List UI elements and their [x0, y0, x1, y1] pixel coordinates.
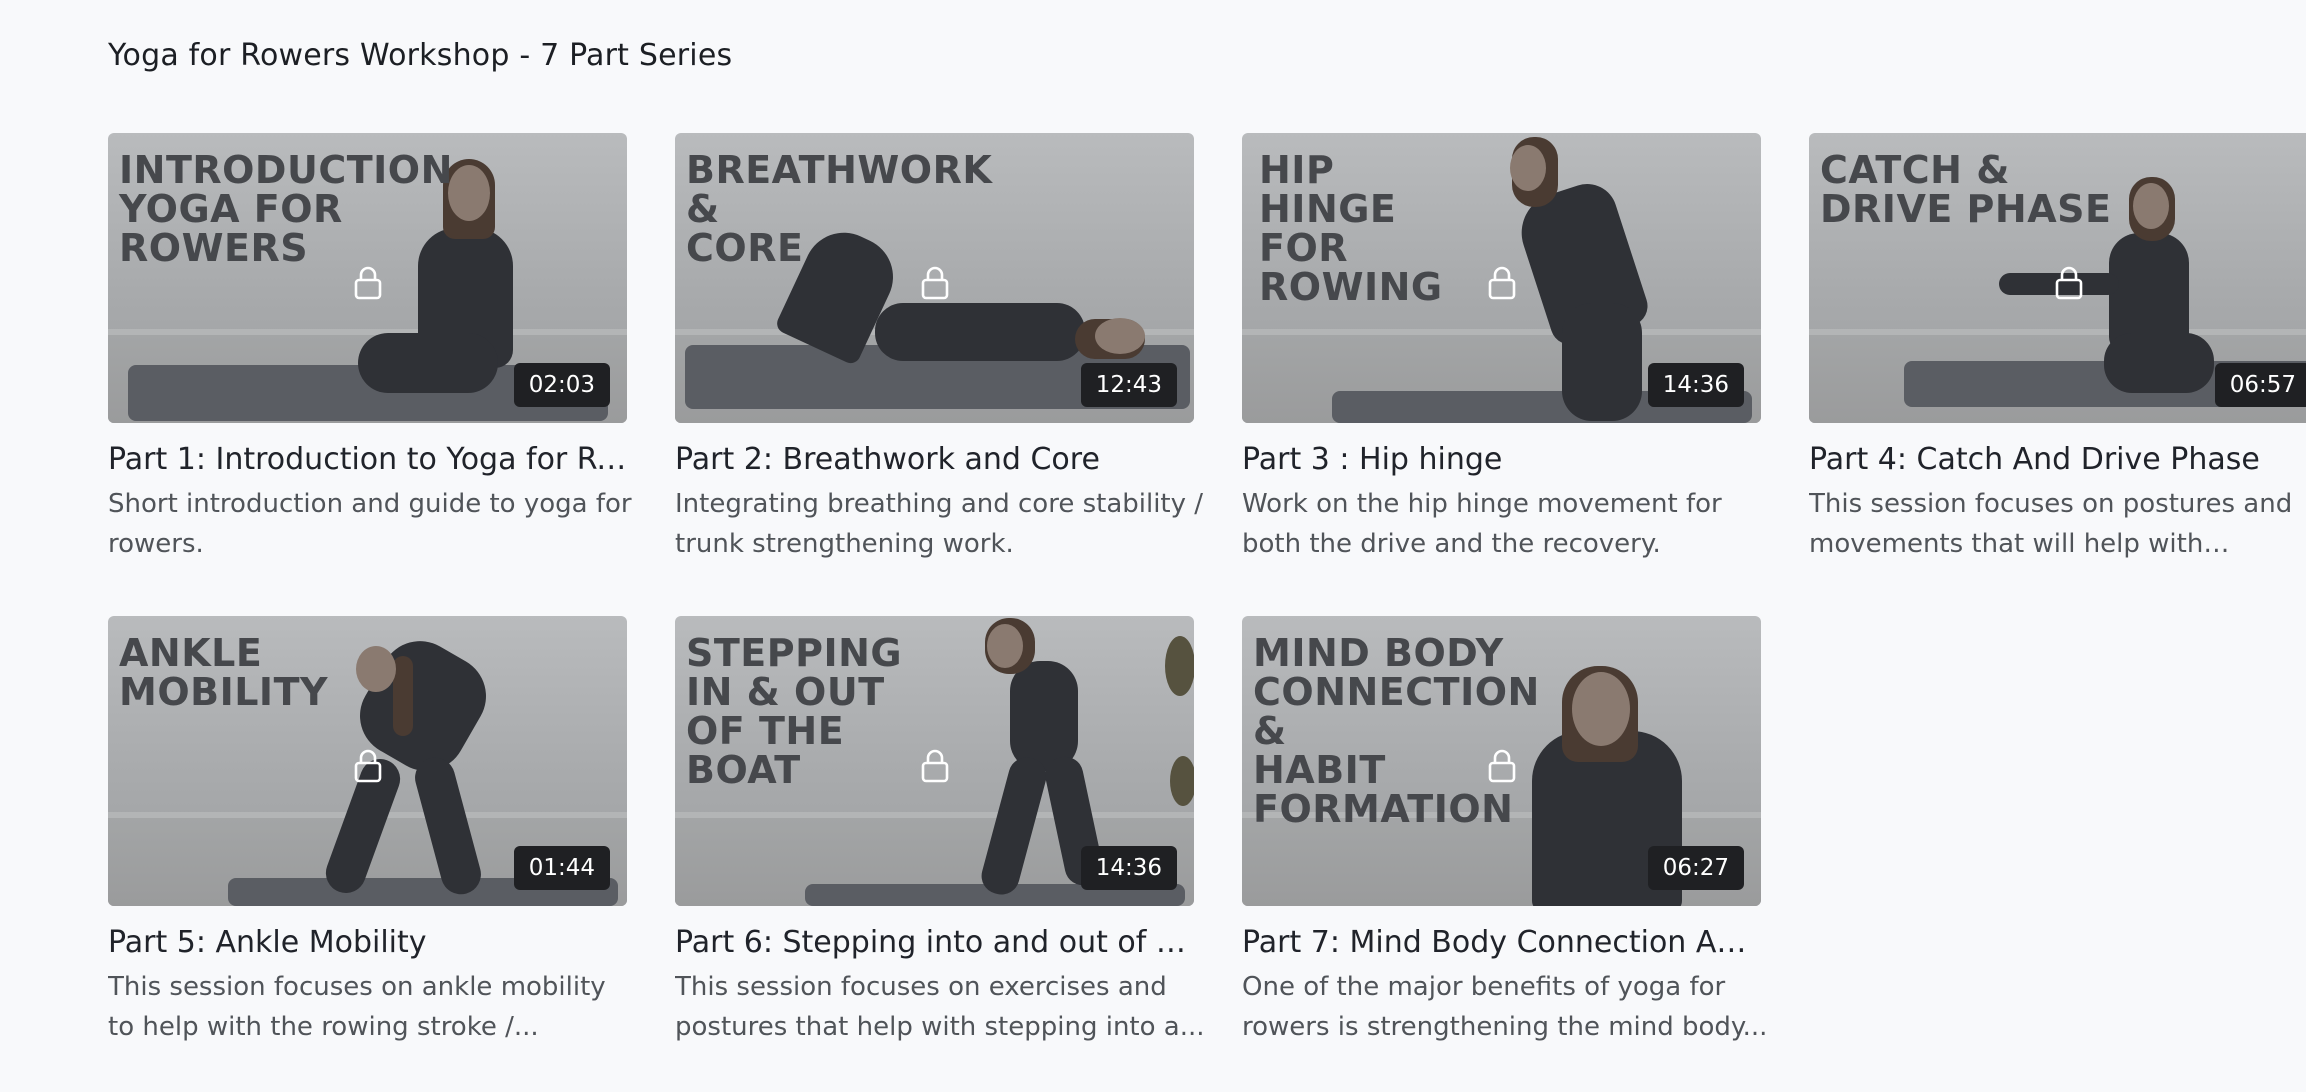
video-thumbnail[interactable]: CATCH & DRIVE PHASE 06:57: [1809, 133, 2306, 423]
plant-decoration-2: [1170, 756, 1194, 806]
series-title: Yoga for Rowers Workshop - 7 Part Series: [108, 38, 733, 73]
video-title[interactable]: Part 4: Catch And Drive Phase: [1809, 440, 2306, 480]
instructor-legs: [2104, 333, 2214, 393]
video-card-part-7[interactable]: MIND BODY CONNECTION & HABIT FORMATION 0…: [1242, 616, 1767, 1047]
duration-badge: 14:36: [1647, 363, 1744, 407]
instructor-figure: [875, 303, 1085, 361]
video-thumbnail[interactable]: BREATHWORK & CORE 12:43: [675, 133, 1194, 423]
video-thumbnail[interactable]: ANKLE MOBILITY 01:44: [108, 616, 627, 906]
video-thumbnail[interactable]: INTRODUCTION YOGA FOR ROWERS 02:03: [108, 133, 627, 423]
lock-icon: [921, 266, 948, 300]
instructor-face: [1510, 145, 1546, 191]
duration-badge: 06:27: [1647, 846, 1744, 890]
instructor-legs: [358, 333, 498, 393]
lock-icon: [354, 266, 381, 300]
video-card-part-4[interactable]: CATCH & DRIVE PHASE 06:57 Part 4: Catch …: [1809, 133, 2306, 564]
duration-badge: 14:36: [1080, 846, 1177, 890]
instructor-legs: [1562, 303, 1642, 421]
instructor-face: [2133, 183, 2169, 229]
instructor-face: [1095, 318, 1145, 354]
duration-badge: 12:43: [1080, 363, 1177, 407]
thumbnail-overlay-title: INTRODUCTION YOGA FOR ROWERS: [119, 148, 453, 270]
duration-badge: 02:03: [513, 363, 610, 407]
lock-icon: [921, 749, 948, 783]
video-thumbnail[interactable]: HIP HINGE FOR ROWING 14:36: [1242, 133, 1761, 423]
video-description: Work on the hip hinge movement for both …: [1242, 489, 1722, 559]
thumbnail-overlay-title: HIP HINGE FOR ROWING: [1259, 148, 1443, 309]
video-title[interactable]: Part 1: Introduction to Yoga for Ro...: [108, 440, 627, 480]
video-description: One of the major benefits of yoga for ro…: [1242, 972, 1768, 1042]
thumbnail-overlay-title: ANKLE MOBILITY: [119, 631, 329, 714]
thumbnail-overlay-title: CATCH & DRIVE PHASE: [1820, 148, 2112, 231]
video-card-part-6[interactable]: STEPPING IN & OUT OF THE BOAT 14:36 Part…: [675, 616, 1205, 1047]
video-thumbnail[interactable]: MIND BODY CONNECTION & HABIT FORMATION 0…: [1242, 616, 1761, 906]
thumbnail-overlay-title: MIND BODY CONNECTION & HABIT FORMATION: [1253, 631, 1540, 831]
video-thumbnail[interactable]: STEPPING IN & OUT OF THE BOAT 14:36: [675, 616, 1194, 906]
video-title[interactable]: Part 5: Ankle Mobility: [108, 923, 627, 963]
video-card-part-3[interactable]: HIP HINGE FOR ROWING 14:36 Part 3 : Hip …: [1242, 133, 1761, 564]
video-title[interactable]: Part 7: Mind Body Connection And...: [1242, 923, 1761, 963]
instructor-face: [448, 165, 490, 221]
instructor-face: [1572, 672, 1630, 746]
lock-icon: [1488, 266, 1515, 300]
video-card-part-1[interactable]: INTRODUCTION YOGA FOR ROWERS 02:03 Part …: [108, 133, 632, 564]
instructor-face: [356, 646, 396, 692]
lock-icon: [1488, 749, 1515, 783]
duration-badge: 06:57: [2214, 363, 2306, 407]
video-description: This session focuses on ankle mobility t…: [108, 972, 606, 1042]
thumbnail-overlay-title: STEPPING IN & OUT OF THE BOAT: [686, 631, 903, 792]
thumbnail-overlay-title: BREATHWORK & CORE: [686, 148, 993, 270]
workshop-page: Yoga for Rowers Workshop - 7 Part Series…: [0, 0, 2306, 1092]
video-description: Integrating breathing and core stability…: [675, 489, 1204, 559]
lock-icon: [354, 749, 381, 783]
instructor-face: [987, 624, 1023, 668]
video-title[interactable]: Part 3 : Hip hinge: [1242, 440, 1761, 480]
video-description: This session focuses on postures and mov…: [1809, 489, 2293, 559]
video-card-part-2[interactable]: BREATHWORK & CORE 12:43 Part 2: Breathwo…: [675, 133, 1203, 564]
video-title[interactable]: Part 6: Stepping into and out of th...: [675, 923, 1194, 963]
video-title[interactable]: Part 2: Breathwork and Core: [675, 440, 1194, 480]
instructor-hair: [393, 656, 413, 736]
video-description: This session focuses on exercises and po…: [675, 972, 1205, 1042]
duration-badge: 01:44: [513, 846, 610, 890]
video-card-part-5[interactable]: ANKLE MOBILITY 01:44 Part 5: Ankle Mobil…: [108, 616, 627, 1047]
video-description: Short introduction and guide to yoga for…: [108, 489, 632, 559]
lock-icon: [2055, 266, 2082, 300]
instructor-figure: [1010, 661, 1078, 771]
plant-decoration: [1165, 636, 1194, 696]
